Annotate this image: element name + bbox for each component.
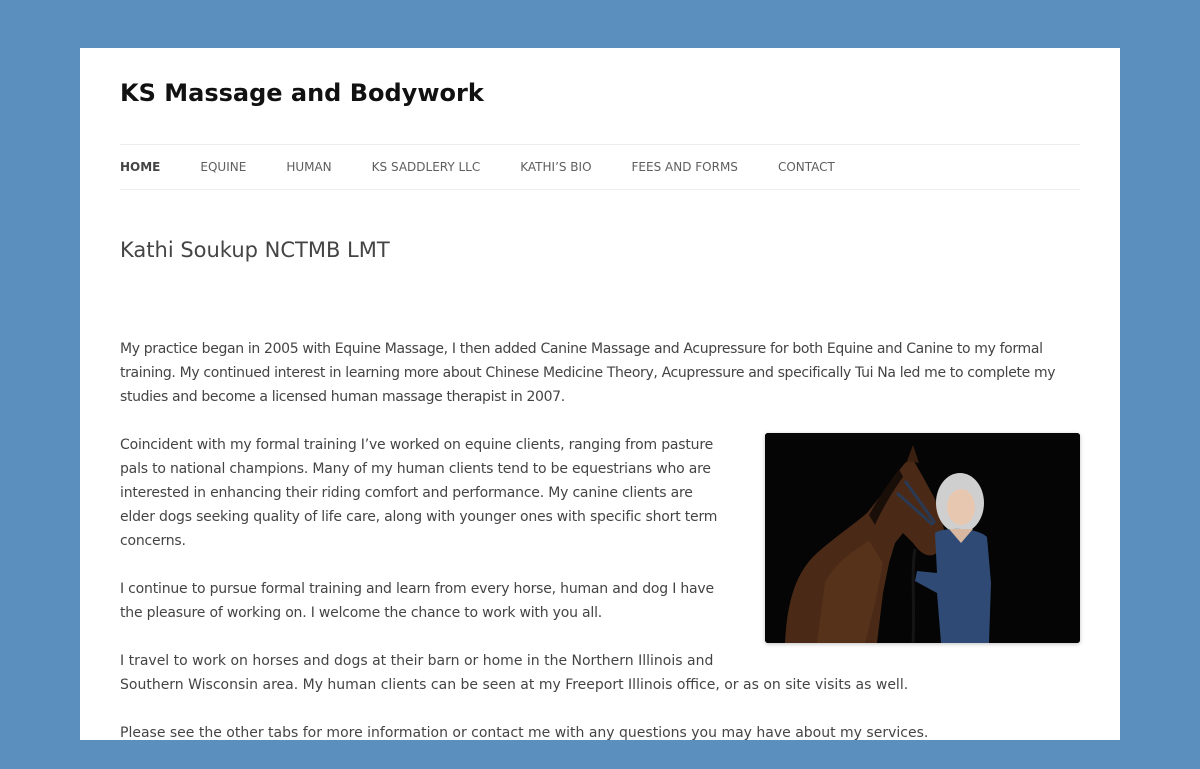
nav-item-home[interactable]: HOME	[120, 160, 160, 174]
nav-item-kathis-bio[interactable]: KATHI’S BIO	[520, 160, 591, 174]
main-navigation: HOME EQUINE HUMAN KS SADDLERY LLC KATHI’…	[120, 144, 1080, 190]
nav-item-human[interactable]: HUMAN	[286, 160, 331, 174]
photo-illustration	[765, 433, 1080, 643]
paragraph-travel: I travel to work on horses and dogs at t…	[120, 653, 909, 693]
paragraph-contact: Please see the other tabs for more infor…	[120, 725, 929, 741]
site-title[interactable]: KS Massage and Bodywork	[120, 79, 484, 107]
nav-item-fees-and-forms[interactable]: FEES AND FORMS	[632, 160, 738, 174]
horse-and-woman-photo	[765, 433, 1080, 643]
nav-item-ks-saddlery[interactable]: KS SADDLERY LLC	[372, 160, 481, 174]
paragraph-practice: My practice began in 2005 with Equine Ma…	[120, 341, 1056, 405]
nav-item-contact[interactable]: CONTACT	[778, 160, 835, 174]
page-content: My practice began in 2005 with Equine Ma…	[120, 337, 1080, 769]
page-container: KS Massage and Bodywork HOME EQUINE HUMA…	[80, 48, 1120, 741]
page-title: Kathi Soukup NCTMB LMT	[120, 238, 390, 262]
nav-item-equine[interactable]: EQUINE	[200, 160, 246, 174]
